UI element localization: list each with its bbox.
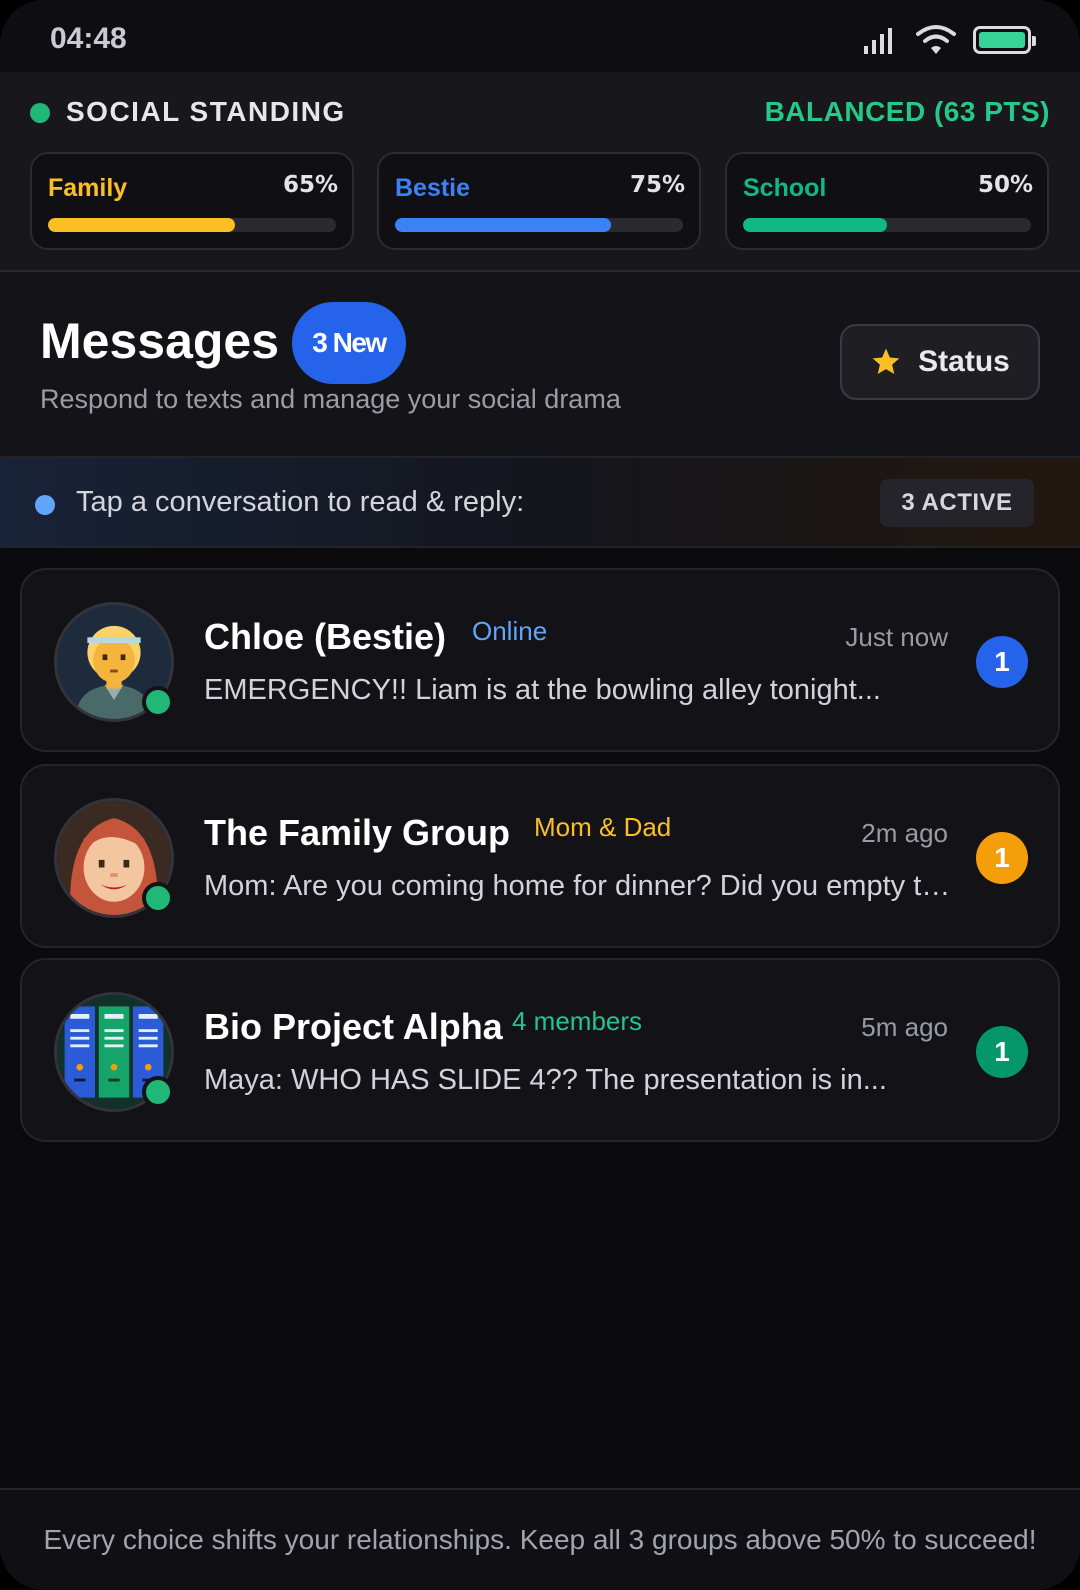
meter-fill <box>743 218 887 232</box>
meter-percent: 75% <box>629 172 685 198</box>
conversation-chloe[interactable]: Chloe (Bestie) Online Just now EMERGENCY… <box>20 568 1060 752</box>
active-count-badge: 3 ACTIVE <box>880 479 1034 527</box>
meter-fill <box>395 218 611 232</box>
online-indicator <box>142 686 174 718</box>
meter-label: School <box>743 174 827 202</box>
conversation-name: Chloe (Bestie) <box>204 616 447 657</box>
meter-track <box>743 218 1031 232</box>
standing-balance: BALANCED (63 PTS) <box>764 96 1050 127</box>
battery-icon <box>973 26 1036 54</box>
conversation-tag: 4 members <box>512 1006 643 1036</box>
signal-icon <box>864 28 892 54</box>
conversation-preview: Mom: Are you coming home for dinner? Did… <box>204 870 964 902</box>
meter-label: Bestie <box>395 174 471 202</box>
conversation-time: Just now <box>845 622 948 652</box>
meter-track <box>395 218 683 232</box>
meter-school: School 50% <box>725 152 1049 250</box>
phone-screen: 04:48 SOCIAL STANDING BALANCED (63 PTS) … <box>0 0 1080 1590</box>
meter-family: Family 65% <box>30 152 354 250</box>
conversation-name: The Family Group <box>204 812 511 853</box>
meter-label: Family <box>48 174 128 202</box>
footer-text: Every choice shifts your relationships. … <box>43 1524 1037 1555</box>
wifi-icon <box>916 25 956 54</box>
online-indicator <box>142 1076 174 1108</box>
unread-count-badge: 1 <box>976 1026 1028 1078</box>
conversation-bio-project[interactable]: Bio Project Alpha 4 members 5m ago Maya:… <box>20 958 1060 1142</box>
clock: 04:48 <box>50 22 127 55</box>
conversation-tag: Online <box>472 616 548 646</box>
new-messages-badge: 3 New <box>292 302 406 384</box>
conversation-preview: Maya: WHO HAS SLIDE 4?? The presentation… <box>204 1064 887 1096</box>
status-button-label: Status <box>918 345 1010 378</box>
conversation-preview: EMERGENCY!! Liam is at the bowling alley… <box>204 674 881 706</box>
conversation-time: 2m ago <box>861 818 948 848</box>
conversation-name: Bio Project Alpha <box>204 1006 503 1047</box>
standing-indicator-dot <box>30 103 50 123</box>
social-standing-panel: SOCIAL STANDING BALANCED (63 PTS) Family… <box>0 72 1080 272</box>
page-title: Messages <box>40 313 280 369</box>
instruction-text: Tap a conversation to read & reply: <box>76 486 525 518</box>
online-indicator <box>142 882 174 914</box>
instruction-banner: Tap a conversation to read & reply: 3 AC… <box>0 456 1080 548</box>
meter-bestie: Bestie 75% <box>377 152 701 250</box>
unread-count-badge: 1 <box>976 636 1028 688</box>
unread-count-badge: 1 <box>976 832 1028 884</box>
info-dot <box>35 495 55 515</box>
footer-tip: Every choice shifts your relationships. … <box>0 1488 1080 1590</box>
messages-header: Messages 3 New Respond to texts and mana… <box>0 272 1080 456</box>
conversation-tag: Mom & Dad <box>534 812 672 842</box>
page-subtitle: Respond to texts and manage your social … <box>40 384 621 414</box>
status-bar: 04:48 <box>0 0 1080 72</box>
meter-percent: 50% <box>977 172 1033 198</box>
standing-title: SOCIAL STANDING <box>66 96 346 127</box>
meter-percent: 65% <box>282 172 338 198</box>
conversation-time: 5m ago <box>861 1012 948 1042</box>
star-icon <box>872 348 900 374</box>
meter-fill <box>48 218 236 232</box>
meter-track <box>48 218 336 232</box>
conversation-family-group[interactable]: The Family Group Mom & Dad 2m ago Mom: A… <box>20 764 1060 948</box>
status-button[interactable]: Status <box>840 324 1040 400</box>
